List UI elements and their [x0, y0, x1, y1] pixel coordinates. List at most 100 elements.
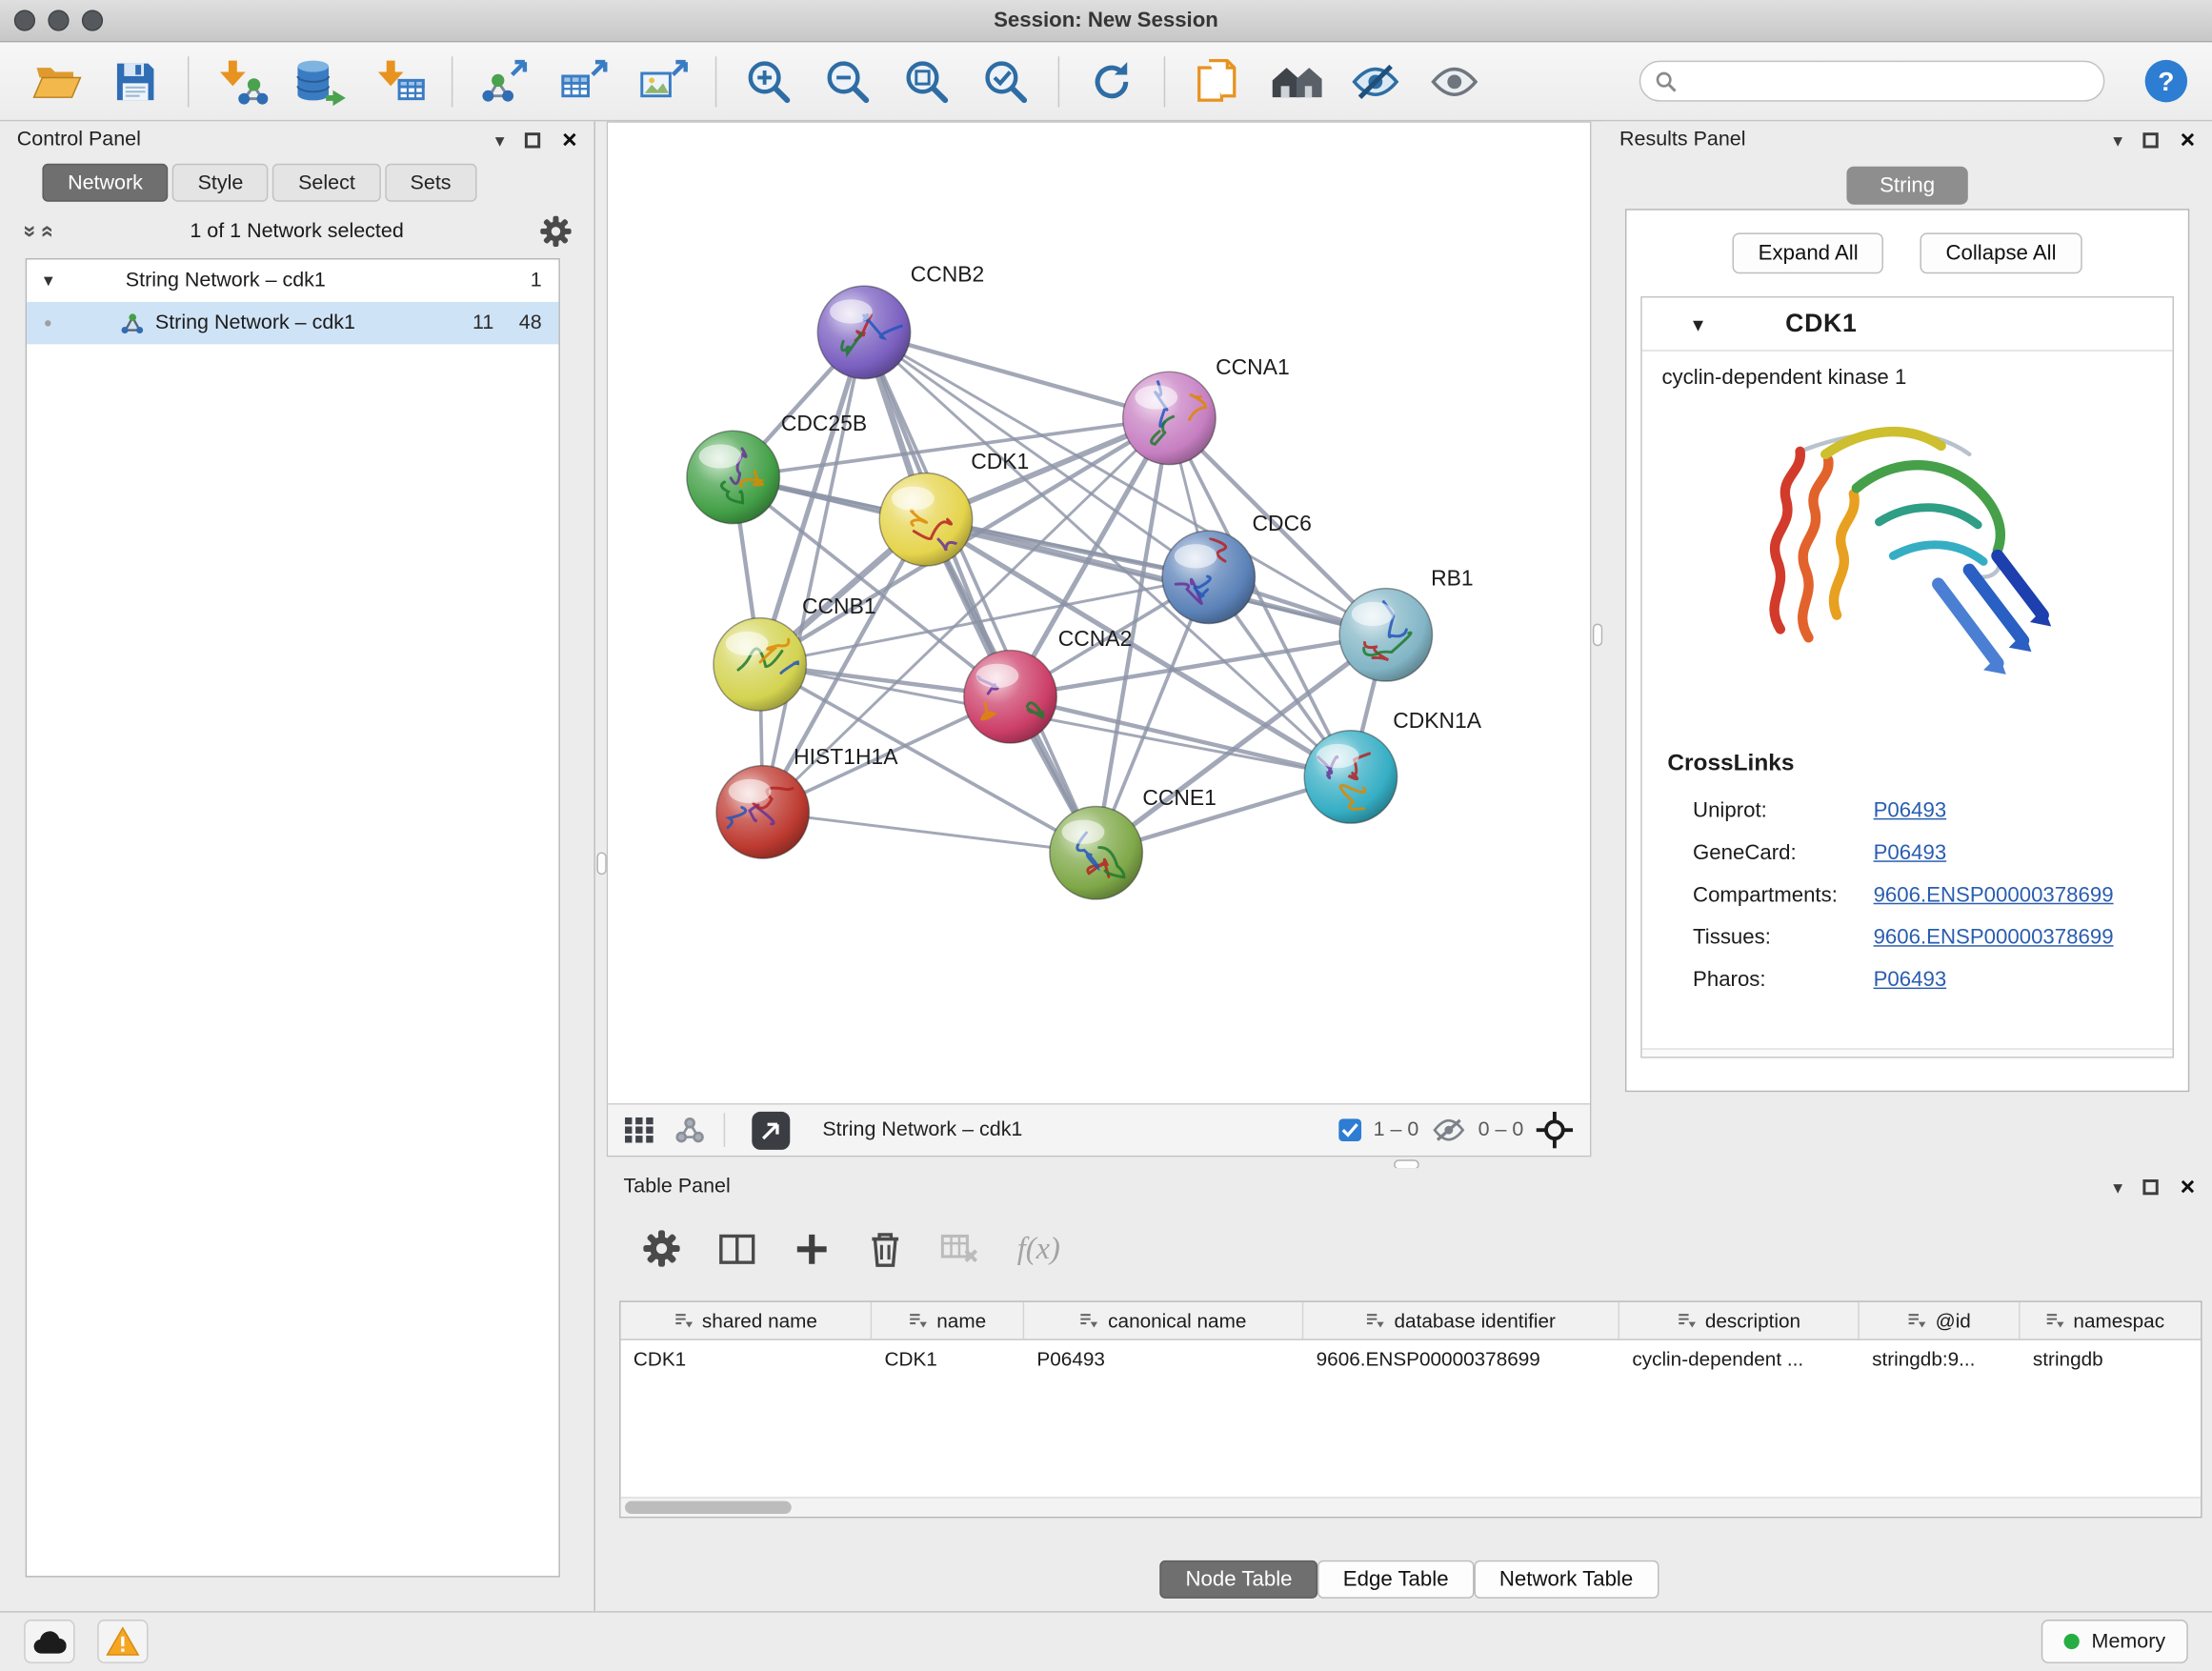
delete-column-icon[interactable]	[868, 1230, 903, 1268]
zoom-selected-button[interactable]	[969, 49, 1042, 113]
show-all-button[interactable]	[1418, 49, 1491, 113]
network-node-CDKN1A[interactable]: CDKN1A	[1304, 708, 1482, 823]
network-node-HIST1H1A[interactable]: HIST1H1A	[711, 744, 898, 858]
section-caret-icon[interactable]: ▾	[1693, 312, 1703, 337]
close-button[interactable]	[14, 10, 35, 30]
import-network-file-button[interactable]	[205, 49, 278, 113]
column-header[interactable]: shared name	[621, 1302, 873, 1339]
panel-menu-caret-icon[interactable]: ▾	[495, 131, 505, 149]
panel-float-icon[interactable]	[2143, 131, 2159, 147]
tab-edge-table[interactable]: Edge Table	[1317, 1560, 1474, 1599]
table-cell[interactable]: CDK1	[872, 1340, 1024, 1379]
column-header[interactable]: name	[872, 1302, 1024, 1339]
crosslink-row: Compartments: 9606.ENSP00000378699	[1642, 874, 2173, 916]
panel-menu-caret-icon[interactable]: ▾	[2113, 1178, 2122, 1196]
tree-caret-icon[interactable]: ▾	[44, 270, 67, 292]
expand-all-icon[interactable]: »	[36, 225, 59, 237]
crosslink-link[interactable]: P06493	[1874, 840, 1947, 864]
zoom-button[interactable]	[82, 10, 103, 30]
table-cell[interactable]: 9606.ENSP00000378699	[1303, 1340, 1619, 1379]
column-header[interactable]: @id	[1860, 1302, 2021, 1339]
table-options-gear-icon[interactable]	[643, 1230, 680, 1267]
table-cell[interactable]: CDK1	[621, 1340, 873, 1379]
column-header[interactable]: namespac	[2021, 1302, 2190, 1339]
panel-float-icon[interactable]	[2143, 1178, 2159, 1194]
search-field[interactable]	[1687, 70, 2089, 92]
panel-close-icon[interactable]: ×	[562, 127, 577, 152]
horizontal-splitter[interactable]	[607, 1157, 2212, 1168]
network-options-gear-icon[interactable]	[540, 216, 572, 248]
protein-section-header[interactable]: ▾ CDK1	[1642, 297, 2173, 351]
crosslink-link[interactable]: 9606.ENSP00000378699	[1874, 882, 2114, 906]
table-cell[interactable]: stringdb:9...	[1860, 1340, 2021, 1379]
tab-sets[interactable]: Sets	[385, 164, 476, 202]
search-input[interactable]	[1639, 61, 2105, 102]
export-view-button[interactable]	[752, 1111, 790, 1149]
network-canvas[interactable]: CCNB2CCNA1CDC25BCDK1CDC6RB1CCNB1CCNA2CDK…	[608, 123, 1590, 1103]
import-network-database-button[interactable]	[284, 49, 357, 113]
show-columns-icon[interactable]	[718, 1231, 756, 1266]
tab-select[interactable]: Select	[272, 164, 380, 202]
grid-view-icon[interactable]	[625, 1117, 656, 1143]
export-network-button[interactable]	[469, 49, 542, 113]
table-cell[interactable]: stringdb	[2021, 1340, 2190, 1379]
zoom-in-button[interactable]	[733, 49, 806, 113]
panel-float-icon[interactable]	[526, 131, 541, 147]
crosslink-link[interactable]: P06493	[1874, 967, 1947, 991]
table-cell[interactable]: cyclin-dependent ...	[1619, 1340, 1860, 1379]
export-image-button[interactable]	[627, 49, 700, 113]
network-node-RB1[interactable]: RB1	[1339, 566, 1473, 681]
warnings-button[interactable]	[97, 1620, 148, 1663]
fit-content-button[interactable]	[890, 49, 963, 113]
node-table[interactable]: shared name name canonical name database…	[619, 1300, 2202, 1518]
network-node-CCNA1[interactable]: CCNA1	[1123, 354, 1290, 465]
add-column-icon[interactable]	[794, 1231, 830, 1266]
right-splitter[interactable]	[1591, 121, 1602, 1157]
panel-close-icon[interactable]: ×	[2181, 127, 2196, 152]
tab-string[interactable]: String	[1847, 167, 1967, 205]
collapse-all-button[interactable]: Collapse All	[1920, 232, 2081, 273]
scrollbar-thumb[interactable]	[625, 1501, 792, 1514]
open-session-button[interactable]	[20, 49, 93, 113]
network-selection-status: 1 of 1 Network selected	[59, 220, 534, 243]
column-header[interactable]: database identifier	[1303, 1302, 1619, 1339]
crosslink-link[interactable]: P06493	[1874, 797, 1947, 821]
tab-network-table[interactable]: Network Table	[1474, 1560, 1659, 1599]
save-session-button[interactable]	[99, 49, 172, 113]
network-node-CDC6[interactable]: CDC6	[1162, 511, 1312, 623]
import-table-button[interactable]	[363, 49, 436, 113]
export-image-icon	[636, 55, 690, 106]
crosslink-link[interactable]: 9606.ENSP00000378699	[1874, 925, 2114, 949]
network-graph[interactable]: CCNB2CCNA1CDC25BCDK1CDC6RB1CCNB1CCNA2CDK…	[608, 123, 1590, 1103]
hide-selected-button[interactable]	[1338, 49, 1412, 113]
help-button[interactable]: ?	[2139, 49, 2192, 113]
zoom-out-button[interactable]	[811, 49, 884, 113]
network-overview-icon[interactable]	[674, 1116, 706, 1144]
panel-close-icon[interactable]: ×	[2181, 1174, 2196, 1199]
expand-all-button[interactable]: Expand All	[1733, 232, 1883, 273]
network-row[interactable]: ● String Network – cdk1 11 48	[27, 302, 558, 344]
copy-document-button[interactable]	[1180, 49, 1254, 113]
zoom-in-icon	[743, 55, 794, 106]
table-row[interactable]: CDK1 CDK1 P06493 9606.ENSP00000378699 cy…	[621, 1340, 2202, 1379]
tab-node-table[interactable]: Node Table	[1160, 1560, 1317, 1599]
column-header[interactable]: canonical name	[1024, 1302, 1303, 1339]
panel-menu-caret-icon[interactable]: ▾	[2113, 131, 2122, 149]
selected-checkbox[interactable]	[1338, 1118, 1361, 1141]
apply-layout-button[interactable]	[1075, 49, 1148, 113]
export-table-button[interactable]	[548, 49, 621, 113]
minimize-button[interactable]	[48, 10, 69, 30]
tab-network[interactable]: Network	[42, 164, 168, 202]
horizontal-scrollbar[interactable]	[621, 1497, 2202, 1517]
network-node-CDK1[interactable]: CDK1	[879, 449, 1029, 566]
table-cell[interactable]: P06493	[1024, 1340, 1303, 1379]
cloud-status-button[interactable]	[24, 1620, 74, 1663]
network-collection-row[interactable]: ▾ String Network – cdk1 1	[27, 259, 558, 301]
home-button[interactable]	[1259, 49, 1333, 113]
left-splitter[interactable]	[595, 121, 607, 1611]
column-header[interactable]: description	[1619, 1302, 1860, 1339]
memory-button[interactable]: Memory	[2041, 1620, 2188, 1663]
hidden-eye-slash-icon[interactable]	[1432, 1116, 1466, 1144]
tab-style[interactable]: Style	[172, 164, 269, 202]
crosshair-icon[interactable]	[1537, 1112, 1574, 1149]
